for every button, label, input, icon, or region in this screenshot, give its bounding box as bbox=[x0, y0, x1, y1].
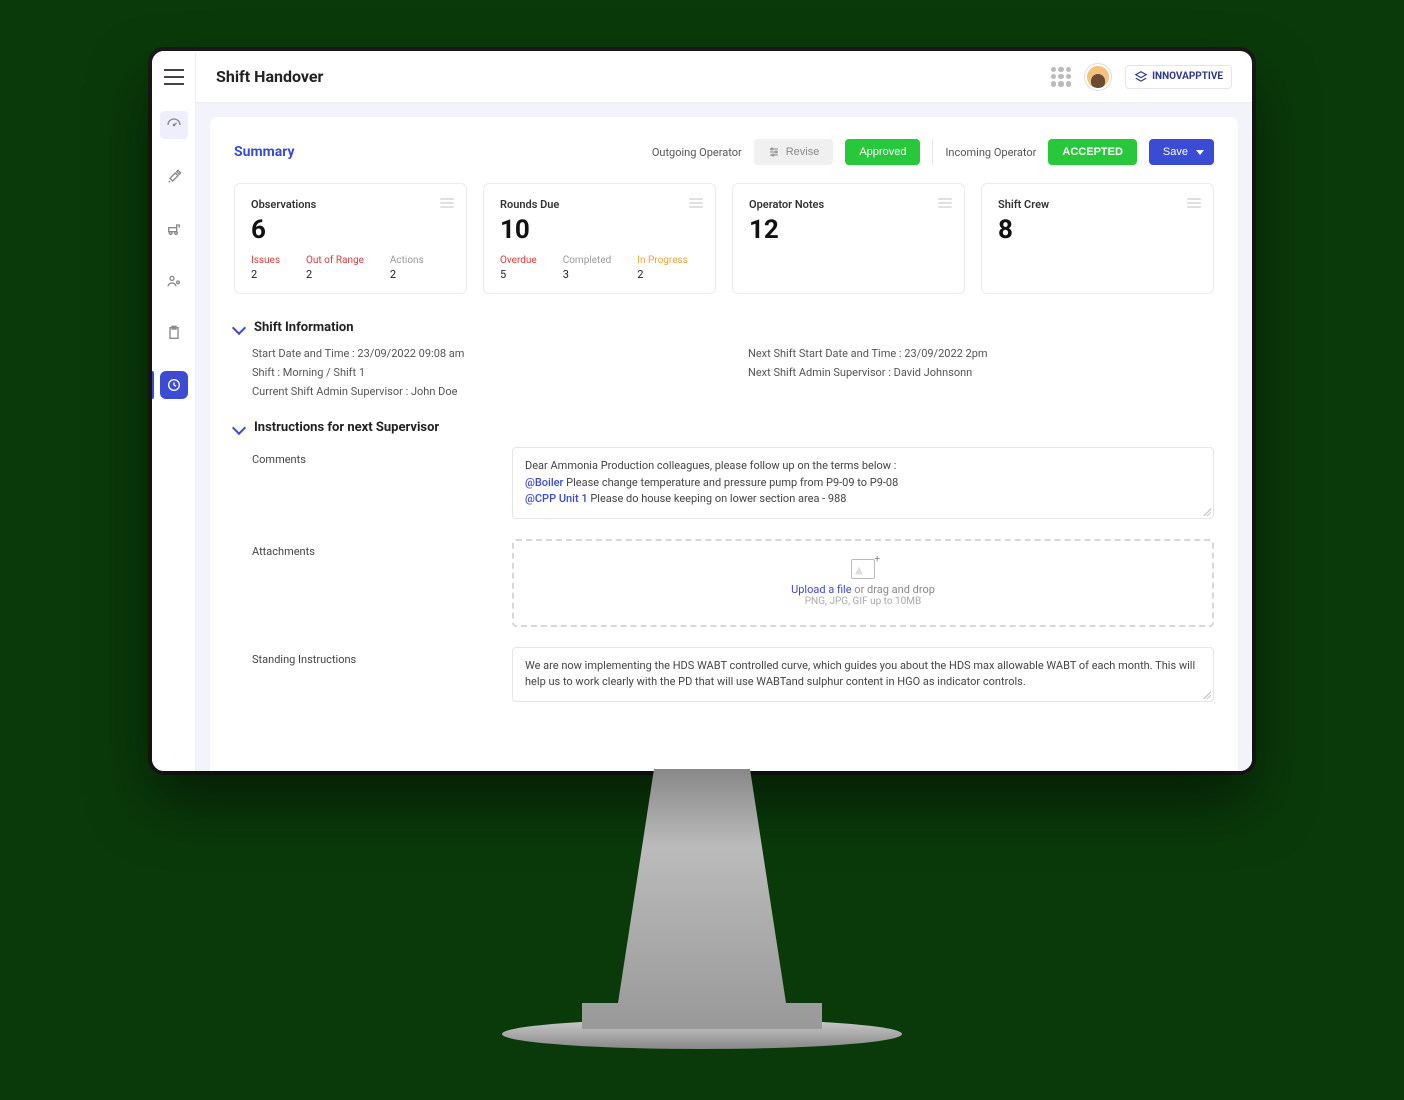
sidebar-clipboard-icon[interactable] bbox=[160, 319, 188, 347]
sliders-icon bbox=[768, 146, 780, 158]
chevron-down-icon bbox=[1196, 150, 1204, 155]
card-notes[interactable]: Operator Notes 12 bbox=[732, 183, 965, 294]
page-title: Shift Handover bbox=[216, 67, 323, 86]
comments-input[interactable]: Dear Ammonia Production colleagues, plea… bbox=[512, 447, 1214, 519]
sidebar-dashboard-icon[interactable] bbox=[160, 111, 188, 139]
brand-label: INNOVAPPTIVE bbox=[1152, 71, 1223, 82]
card-crew[interactable]: Shift Crew 8 bbox=[981, 183, 1214, 294]
avatar[interactable] bbox=[1085, 64, 1111, 90]
attachments-label: Attachments bbox=[252, 539, 472, 627]
next-shift-supervisor: Next Shift Admin Supervisor : David John… bbox=[748, 366, 1214, 379]
sidebar bbox=[152, 51, 196, 771]
attachments-dropzone[interactable]: Upload a file or drag and drop PNG, JPG,… bbox=[512, 539, 1214, 627]
standing-instructions-input[interactable]: We are now implementing the HDS WABT con… bbox=[512, 647, 1214, 702]
sidebar-tools-icon[interactable] bbox=[160, 163, 188, 191]
upload-link[interactable]: Upload a file bbox=[791, 583, 852, 596]
drag-handle-icon bbox=[938, 198, 952, 208]
drag-handle-icon bbox=[1187, 198, 1201, 208]
brand-badge[interactable]: INNOVAPPTIVE bbox=[1125, 65, 1232, 89]
hamburger-menu[interactable] bbox=[164, 67, 184, 87]
sidebar-equipment-icon[interactable] bbox=[160, 215, 188, 243]
next-shift-start: Next Shift Start Date and Time : 23/09/2… bbox=[748, 347, 1214, 360]
shift-info-toggle[interactable]: Shift Information bbox=[234, 320, 1214, 335]
accepted-button[interactable]: ACCEPTED bbox=[1048, 139, 1137, 165]
shift-start: Start Date and Time : 23/09/2022 09:08 a… bbox=[252, 347, 718, 360]
incoming-operator-label: Incoming Operator bbox=[945, 146, 1036, 159]
image-upload-icon bbox=[851, 559, 875, 579]
chevron-down-icon bbox=[232, 320, 246, 334]
drag-handle-icon bbox=[440, 198, 454, 208]
revise-button[interactable]: Revise bbox=[754, 139, 834, 165]
drag-handle-icon bbox=[689, 198, 703, 208]
outgoing-operator-label: Outgoing Operator bbox=[652, 146, 742, 159]
instructions-toggle[interactable]: Instructions for next Supervisor bbox=[234, 420, 1214, 435]
mention-boiler[interactable]: @Boiler bbox=[525, 476, 563, 489]
upload-hint: PNG, JPG, GIF up to 10MB bbox=[532, 596, 1194, 607]
standing-label: Standing Instructions bbox=[252, 647, 472, 702]
current-supervisor: Current Shift Admin Supervisor : John Do… bbox=[252, 385, 718, 398]
chevron-down-icon bbox=[232, 420, 246, 434]
topbar: Shift Handover INNOVAPPTIVE bbox=[196, 51, 1252, 103]
comments-label: Comments bbox=[252, 447, 472, 519]
approved-button[interactable]: Approved bbox=[845, 139, 920, 165]
card-rounds[interactable]: Rounds Due 10 Overdue5 Completed3 In Pro… bbox=[483, 183, 716, 294]
mention-cpp[interactable]: @CPP Unit 1 bbox=[525, 492, 588, 505]
shift-name: Shift : Morning / Shift 1 bbox=[252, 366, 718, 379]
apps-grid-icon[interactable] bbox=[1051, 67, 1071, 87]
summary-heading: Summary bbox=[234, 144, 295, 160]
sidebar-shift-icon[interactable] bbox=[160, 371, 188, 399]
card-observations[interactable]: Observations 6 Issues2 Out of Range2 Act… bbox=[234, 183, 467, 294]
sidebar-users-icon[interactable] bbox=[160, 267, 188, 295]
save-button[interactable]: Save bbox=[1149, 139, 1214, 165]
